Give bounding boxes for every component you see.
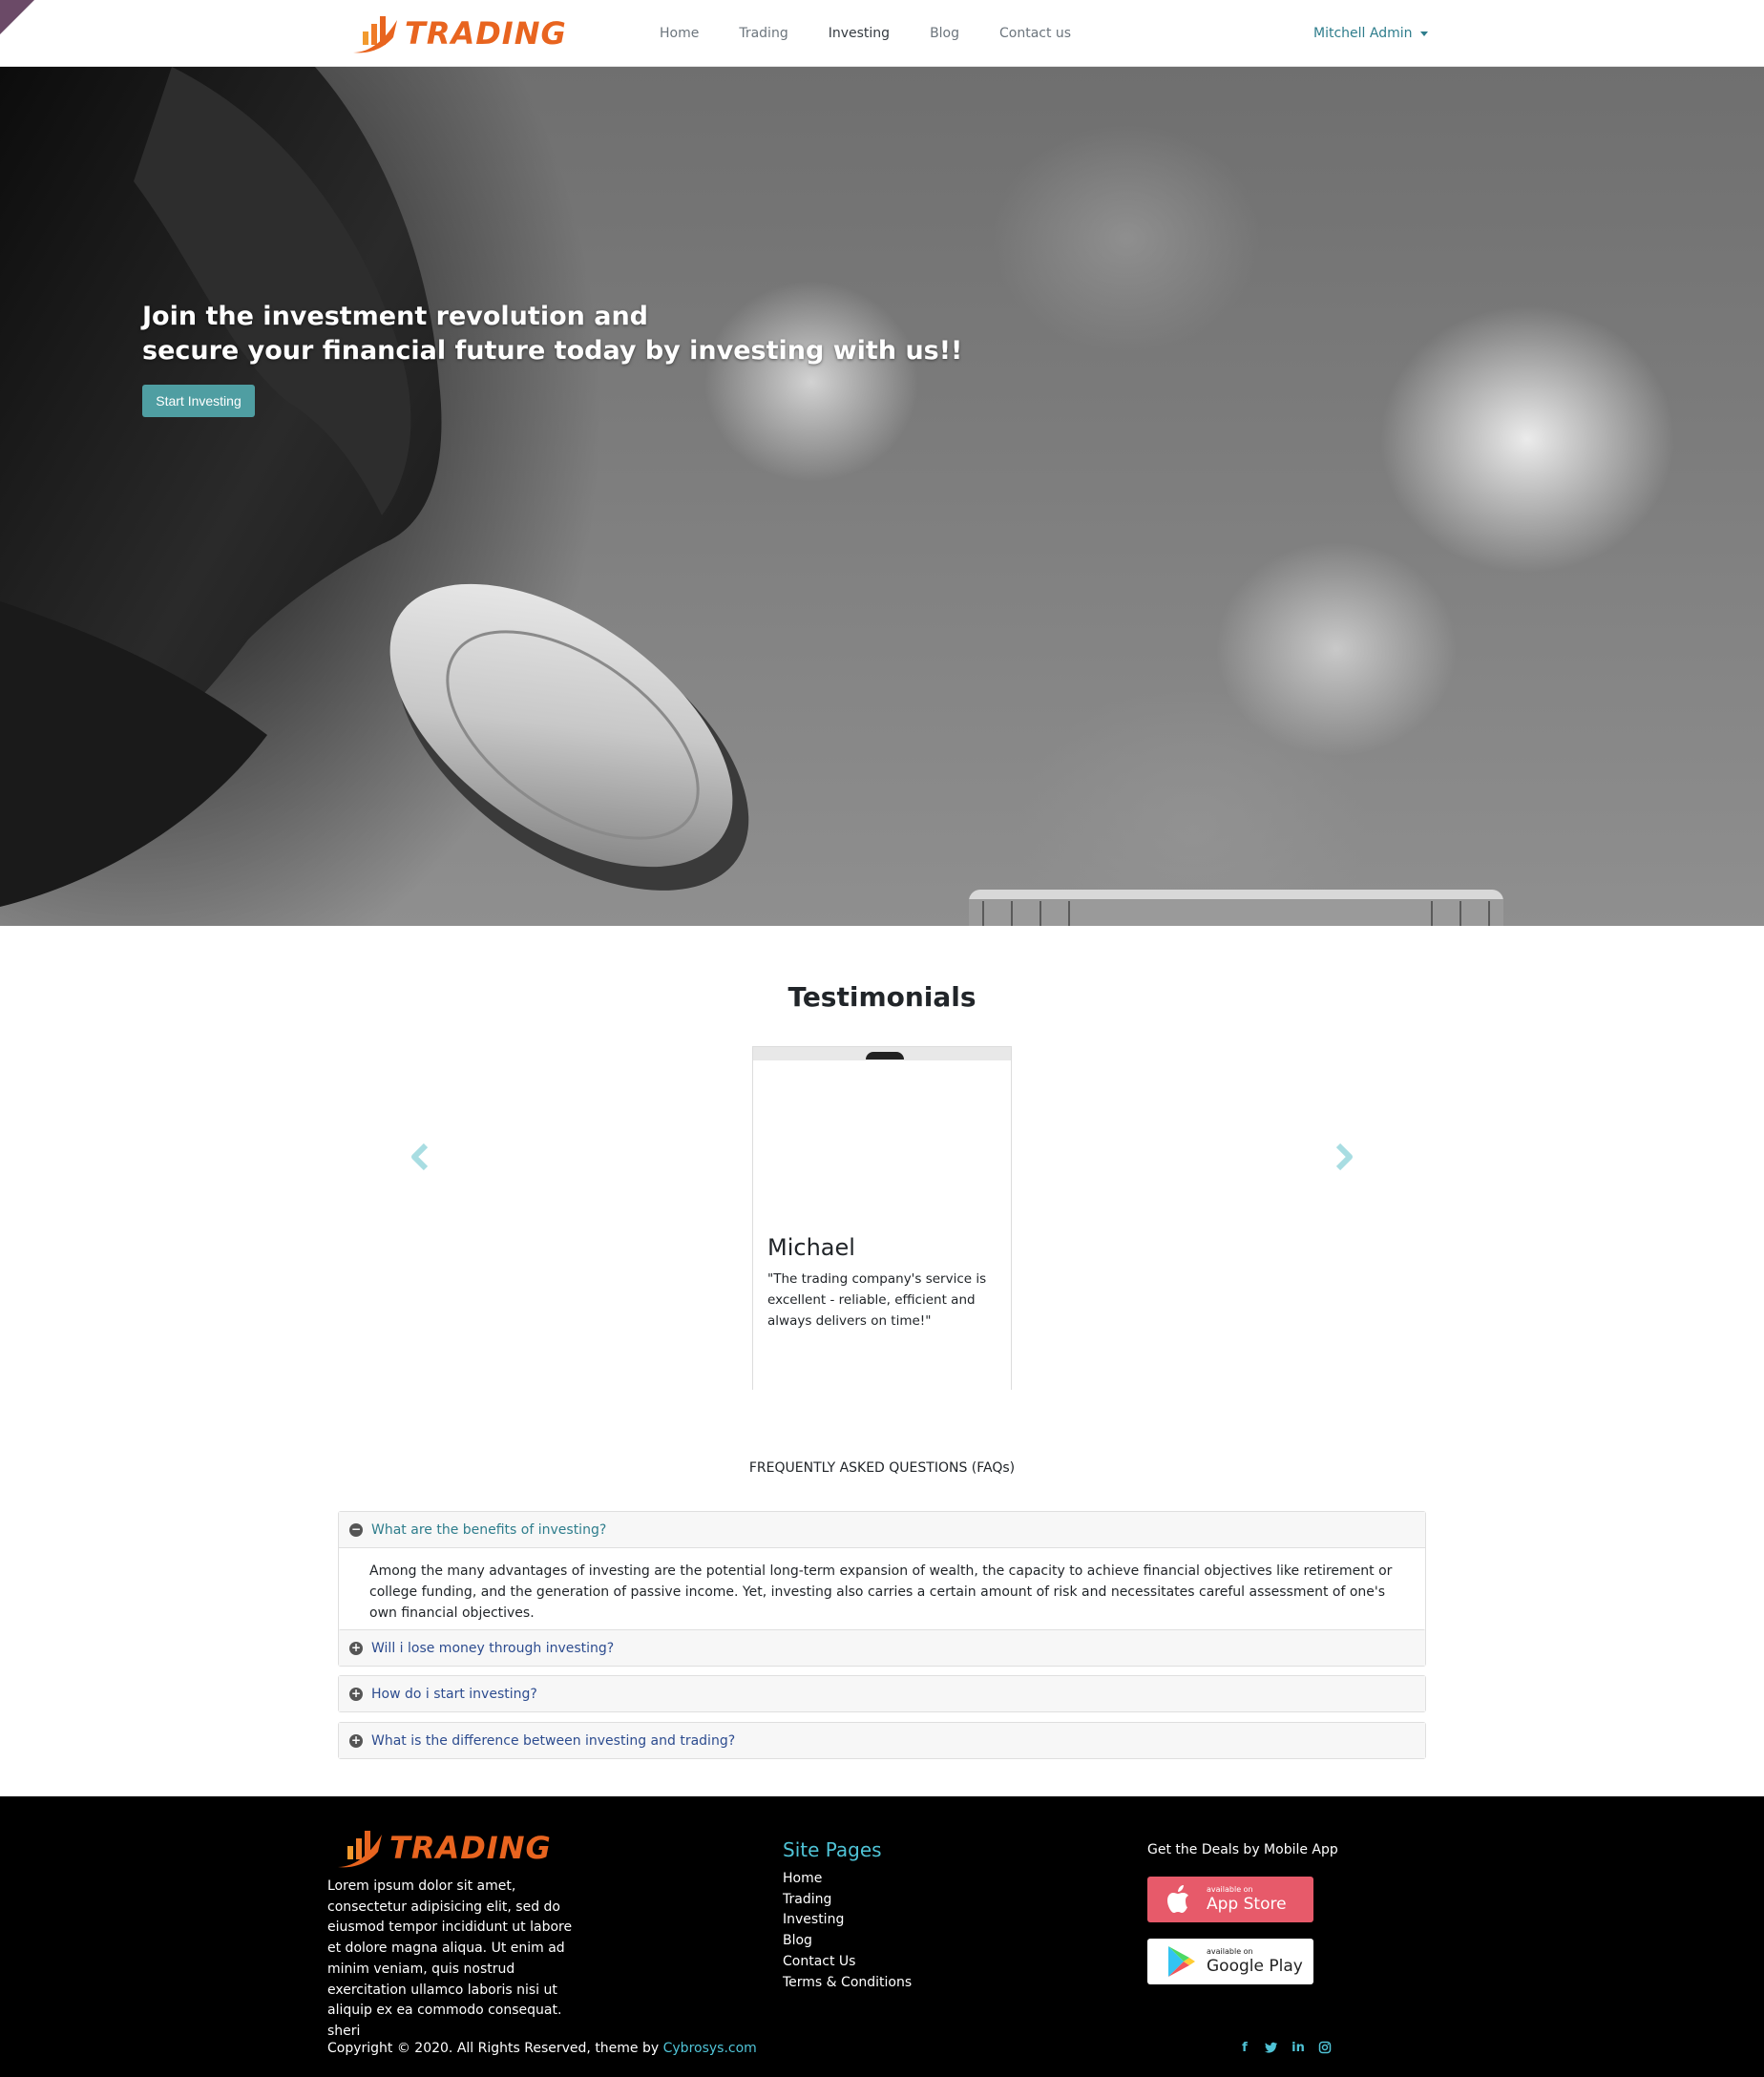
user-menu[interactable]: Mitchell Admin <box>1313 0 1428 67</box>
caret-down-icon <box>1419 31 1428 36</box>
copyright: Copyright © 2020. All Rights Reserved, t… <box>327 2041 757 2056</box>
nav-investing[interactable]: Investing <box>808 26 910 41</box>
footer-link-contact-us[interactable]: Contact Us <box>783 1952 912 1973</box>
nav-trading[interactable]: Trading <box>719 26 808 41</box>
plus-circle-icon: + <box>349 1732 363 1748</box>
faq-question: Will i lose money through investing? <box>371 1640 615 1656</box>
copyright-text: Copyright © 2020. All Rights Reserved, t… <box>327 2041 663 2056</box>
apple-icon <box>1167 1885 1188 1913</box>
hero-heading-line1: Join the investment revolution and <box>142 302 649 331</box>
hero-heading-line2: secure your financial future today by in… <box>142 336 963 366</box>
site-footer: TRADING Lorem ipsum dolor sit amet, cons… <box>0 1796 1764 2077</box>
testimonial-quote: "The trading company's service is excell… <box>767 1271 987 1329</box>
hero-coin-image <box>0 67 1503 926</box>
footer-about-text: Lorem ipsum dolor sit amet, consectetur … <box>327 1878 573 2039</box>
cybrosys-link[interactable]: Cybrosys.com <box>663 2041 757 2056</box>
faq-question-toggle[interactable]: + Will i lose money through investing? <box>339 1630 1425 1666</box>
nav-home[interactable]: Home <box>640 26 719 41</box>
social-links: f in <box>1237 2041 1333 2056</box>
google-play-label: Google Play <box>1207 1957 1303 1976</box>
faq-item: + How do i start investing? <box>338 1675 1426 1712</box>
testimonial-name: Michael <box>767 1234 855 1261</box>
faq-question: What are the benefits of investing? <box>371 1521 607 1538</box>
footer-link-investing[interactable]: Investing <box>783 1910 912 1931</box>
nav-blog[interactable]: Blog <box>910 26 979 41</box>
footer-link-home[interactable]: Home <box>783 1869 912 1890</box>
footer-logo-text: TRADING <box>389 1830 552 1866</box>
faq-item: + What is the difference between investi… <box>338 1722 1426 1759</box>
instagram-icon[interactable] <box>1317 2041 1333 2056</box>
faq-question: What is the difference between investing… <box>371 1732 736 1749</box>
twitter-icon[interactable] <box>1264 2041 1279 2056</box>
nav-contact-us[interactable]: Contact us <box>979 26 1091 41</box>
footer-link-blog[interactable]: Blog <box>783 1931 912 1952</box>
start-investing-button[interactable]: Start Investing <box>142 385 255 417</box>
carousel-prev-icon[interactable] <box>409 1142 431 1172</box>
logo-text: TRADING <box>405 15 567 52</box>
footer-link-terms[interactable]: Terms & Conditions <box>783 1973 912 1994</box>
faq-item: − What are the benefits of investing? Am… <box>338 1511 1426 1637</box>
hero-heading: Join the investment revolution and secur… <box>142 300 962 368</box>
site-logo[interactable]: TRADING <box>349 10 567 56</box>
footer-links: Home Trading Investing Blog Contact Us T… <box>783 1869 912 1993</box>
footer-link-trading[interactable]: Trading <box>783 1890 912 1911</box>
logo-chart-icon <box>353 16 397 53</box>
faq-question-toggle[interactable]: + What is the difference between investi… <box>339 1723 1425 1758</box>
minus-circle-icon: − <box>349 1521 363 1537</box>
main-nav: Home Trading Investing Blog Contact us <box>640 0 1091 67</box>
faq-question-toggle[interactable]: + How do i start investing? <box>339 1676 1425 1711</box>
faq-question: How do i start investing? <box>371 1686 537 1702</box>
facebook-icon[interactable]: f <box>1237 2041 1252 2056</box>
hero-banner: Join the investment revolution and secur… <box>0 67 1764 926</box>
site-pages-title: Site Pages <box>783 1838 882 1861</box>
testimonials-title: Testimonials <box>788 981 976 1013</box>
plus-circle-icon: + <box>349 1640 363 1655</box>
app-store-small-text: available on <box>1207 1885 1253 1894</box>
faq-title: FREQUENTLY ASKED QUESTIONS (FAQs) <box>748 1460 1016 1476</box>
faq-item: + Will i lose money through investing? <box>338 1629 1426 1667</box>
footer-logo[interactable]: TRADING <box>334 1825 552 1871</box>
testimonial-photo <box>753 1047 1011 1060</box>
carousel-next-icon[interactable] <box>1333 1142 1355 1172</box>
plus-circle-icon: + <box>349 1686 363 1701</box>
google-play-small-text: available on <box>1207 1947 1253 1956</box>
app-store-button[interactable]: available on App Store <box>1147 1877 1313 1922</box>
mobile-app-title: Get the Deals by Mobile App <box>1147 1842 1338 1857</box>
faq-question-toggle[interactable]: − What are the benefits of investing? <box>339 1512 1425 1547</box>
edit-corner-badge[interactable] <box>0 0 34 34</box>
google-play-icon <box>1168 1946 1195 1977</box>
google-play-button[interactable]: available on Google Play <box>1147 1939 1313 1984</box>
logo-chart-icon <box>338 1831 382 1868</box>
site-header: TRADING Home Trading Investing Blog Cont… <box>0 0 1764 67</box>
faq-answer: Among the many advantages of investing a… <box>339 1547 1425 1636</box>
user-name: Mitchell Admin <box>1313 26 1413 41</box>
linkedin-icon[interactable]: in <box>1291 2041 1306 2056</box>
testimonial-card: Michael "The trading company's service i… <box>752 1046 1012 1390</box>
app-store-label: App Store <box>1207 1895 1287 1914</box>
